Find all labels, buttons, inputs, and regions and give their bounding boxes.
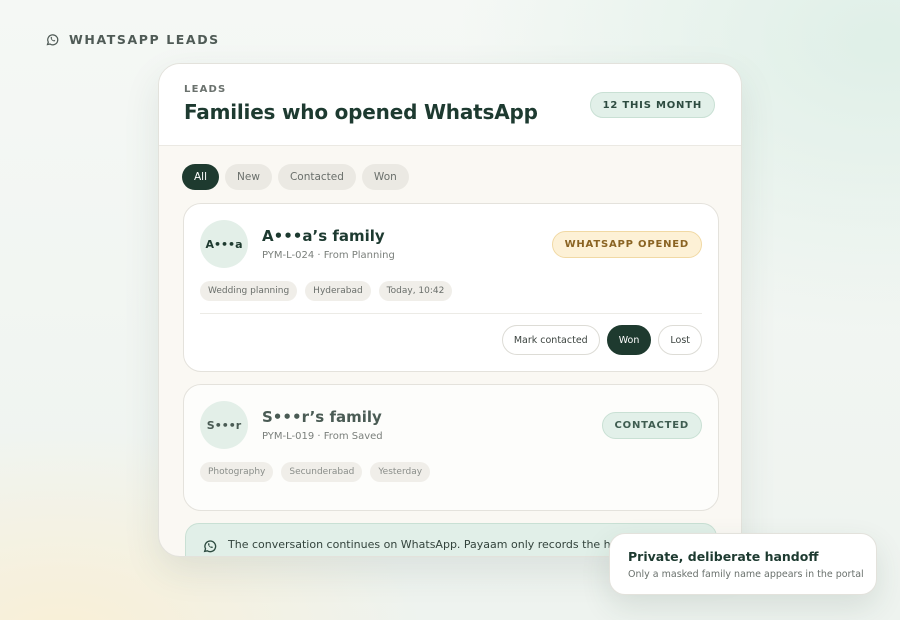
avatar: A•••a [200,220,248,268]
lead-meta: PYM-L-024 · From Planning [262,250,395,261]
filter-chips: All New Contacted Won [182,164,409,190]
tag: Hyderabad [305,281,371,301]
status-badge: WHATSAPP OPENED [551,231,702,258]
won-button[interactable]: Won [606,325,652,355]
toast-title: Private, deliberate handoff [628,549,819,564]
tag: Photography [200,462,274,482]
lead-tags: Wedding planning Hyderabad Today, 10:42 [200,281,453,301]
lead-card[interactable]: A•••a A•••a’s family PYM-L-024 · From Pl… [183,203,719,372]
banner-text: The conversation continues on WhatsApp. … [228,538,650,551]
month-count-badge: 12 THIS MONTH [589,92,715,118]
lead-actions: Mark contacted Won Lost [501,325,702,355]
lead-card[interactable]: S•••r S•••r’s family PYM-L-019 · From Sa… [183,384,719,511]
leads-card: LEADS Families who opened WhatsApp 12 TH… [158,63,742,557]
whatsapp-icon [46,34,59,46]
tag: Secunderabad [281,462,363,482]
card-kicker: LEADS [184,84,227,95]
tag: Wedding planning [200,281,298,301]
avatar: S•••r [200,401,248,449]
page-eyebrow-label: WHATSAPP LEADS [69,32,220,47]
privacy-toast: Private, deliberate handoff Only a maske… [609,533,877,595]
page-eyebrow: WHATSAPP LEADS [45,32,220,47]
page-title: Families who opened WhatsApp [184,100,538,124]
mark-contacted-button[interactable]: Mark contacted [501,325,600,355]
tag: Yesterday [370,462,431,482]
leads-card-header: LEADS Families who opened WhatsApp 12 TH… [159,64,741,146]
filter-chip-won[interactable]: Won [361,164,409,190]
lost-button[interactable]: Lost [658,325,702,355]
tag: Today, 10:42 [378,281,453,301]
lead-meta: PYM-L-019 · From Saved [262,431,383,442]
whatsapp-icon [203,540,217,553]
divider [200,313,702,314]
filter-chip-new[interactable]: New [225,164,272,190]
lead-name: S•••r’s family [262,408,382,426]
lead-name: A•••a’s family [262,227,385,245]
filter-chip-contacted[interactable]: Contacted [277,164,356,190]
filter-chip-all[interactable]: All [182,164,220,190]
lead-tags: Photography Secunderabad Yesterday [200,462,431,482]
toast-subtitle: Only a masked family name appears in the… [628,569,864,580]
status-badge: CONTACTED [601,412,702,439]
